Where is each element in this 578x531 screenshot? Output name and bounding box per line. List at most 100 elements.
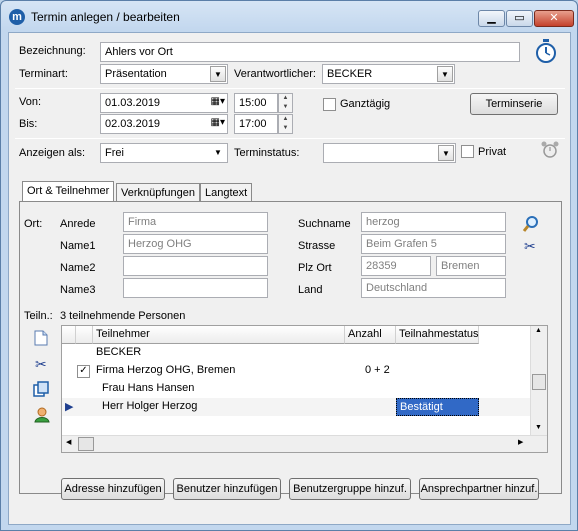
row-indicator-icon: ▶ (65, 401, 74, 413)
name1-input[interactable]: Herzog OHG (123, 234, 268, 254)
title-bar[interactable]: m Termin anlegen / bearbeiten ▁ ▭ ✕ (1, 1, 577, 31)
land-label: Land (298, 284, 323, 296)
grid-header-status[interactable]: Teilnahmestatus (396, 326, 479, 344)
new-document-icon[interactable] (34, 330, 48, 346)
teilnehmer-name: Firma Herzog OHG, Bremen (96, 364, 236, 376)
von-date-input[interactable]: 01.03.2019 ▦▾ (100, 93, 228, 113)
name1-label: Name1 (60, 240, 96, 252)
verantwortlicher-label: Verantwortlicher: (234, 68, 316, 80)
adresse-hinzufuegen-button[interactable]: Adresse hinzufügen (61, 478, 165, 500)
separator (15, 138, 565, 139)
app-icon[interactable]: m (9, 9, 25, 25)
dialog-client: Bezeichnung: Ahlers vor Ort Terminart: P… (8, 32, 571, 525)
name2-label: Name2 (60, 262, 96, 274)
ort-input[interactable]: Bremen (436, 256, 506, 276)
alarm-clock-icon[interactable] (540, 140, 560, 160)
maximize-button[interactable]: ▭ (506, 10, 533, 27)
strasse-input[interactable]: Beim Grafen 5 (361, 234, 506, 254)
teilnehmer-label: Teiln.: (24, 310, 53, 322)
ort-label: Ort: (24, 218, 43, 230)
scissors-icon[interactable]: ✂ (35, 356, 47, 373)
suchname-label: Suchname (298, 218, 351, 230)
von-time-input[interactable]: 15:00 (234, 93, 278, 113)
table-row[interactable]: ▶ Herr Holger Herzog Bestätigt (62, 398, 532, 416)
suchname-input[interactable]: herzog (361, 212, 506, 232)
terminstatus-label: Terminstatus: (234, 147, 300, 159)
plz-input[interactable]: 28359 (361, 256, 431, 276)
terminart-select[interactable]: Präsentation ▼ (100, 64, 228, 84)
grid-header-check (76, 326, 93, 344)
grid-header-teilnehmer[interactable]: Teilnehmer (93, 326, 345, 344)
privat-checkbox[interactable] (461, 145, 474, 158)
dialog-window: m Termin anlegen / bearbeiten ▁ ▭ ✕ Beze… (0, 0, 578, 531)
table-row[interactable]: ✓ Firma Herzog OHG, Bremen 0 + 2 (62, 362, 532, 380)
tab-verknuepfungen[interactable]: Verknüpfungen (116, 183, 201, 202)
verantwortlicher-value: BECKER (327, 68, 373, 80)
teilnehmer-count: 3 teilnehmende Personen (60, 310, 186, 322)
scroll-right-icon[interactable]: ▶ (518, 438, 523, 446)
chevron-down-icon[interactable]: ▼ (210, 66, 226, 82)
bezeichnung-input[interactable]: Ahlers vor Ort (100, 42, 520, 62)
scroll-thumb[interactable] (78, 437, 94, 451)
table-row[interactable]: BECKER (62, 344, 532, 362)
tab-ort-teilnehmer[interactable]: Ort & Teilnehmer (22, 181, 115, 203)
scroll-thumb[interactable] (532, 374, 546, 390)
close-button[interactable]: ✕ (534, 10, 574, 27)
grid-header-anzahl[interactable]: Anzahl (345, 326, 396, 344)
strasse-label: Strasse (298, 240, 336, 252)
name3-input[interactable] (123, 278, 268, 298)
ansprechpartner-hinzufuegen-button[interactable]: Ansprechpartner hinzuf. (419, 478, 539, 500)
horizontal-scrollbar[interactable]: ◀ ▶ (62, 435, 547, 452)
von-date-value: 01.03.2019 (105, 97, 161, 109)
teilnehmer-grid[interactable]: Teilnehmer Anzahl Teilnahmestatus BECKER… (61, 325, 548, 453)
bis-time-input[interactable]: 17:00 (234, 114, 278, 134)
teilnehmer-status[interactable]: Bestätigt (396, 398, 479, 416)
verantwortlicher-select[interactable]: BECKER ▼ (322, 64, 455, 84)
chevron-down-icon[interactable]: ▼ (210, 145, 226, 161)
tab-langtext[interactable]: Langtext (200, 183, 253, 202)
scissors-icon[interactable]: ✂ (524, 238, 536, 255)
stopwatch-icon[interactable] (534, 38, 558, 64)
anzeigen-value: Frei (105, 147, 124, 159)
vertical-scrollbar[interactable]: ▲ ▼ (530, 326, 547, 436)
row-checkbox[interactable]: ✓ (77, 365, 90, 378)
bis-date-value: 02.03.2019 (105, 118, 161, 130)
grid-header-indicator (62, 326, 76, 344)
land-input[interactable]: Deutschland (361, 278, 506, 298)
minimize-button[interactable]: ▁ (478, 10, 505, 27)
terminart-label: Terminart: (19, 68, 68, 80)
teilnehmer-name: Frau Hans Hansen (102, 382, 195, 394)
person-icon[interactable] (34, 407, 50, 423)
calendar-icon[interactable]: ▦▾ (211, 117, 225, 128)
table-row[interactable]: Frau Hans Hansen (62, 380, 532, 398)
ganztaegig-checkbox[interactable] (323, 98, 336, 111)
chevron-down-icon[interactable]: ▼ (438, 145, 454, 161)
calendar-icon[interactable]: ▦▾ (211, 96, 225, 107)
teilnehmer-name: Herr Holger Herzog (102, 400, 198, 412)
window-title: Termin anlegen / bearbeiten (31, 10, 180, 24)
anzeigen-select[interactable]: Frei ▼ (100, 143, 228, 163)
copy-icon[interactable] (33, 381, 49, 397)
terminserie-button[interactable]: Terminserie (470, 93, 558, 115)
separator (15, 88, 565, 89)
bis-date-input[interactable]: 02.03.2019 ▦▾ (100, 114, 228, 134)
anrede-input[interactable]: Firma (123, 212, 268, 232)
benutzergruppe-hinzufuegen-button[interactable]: Benutzergruppe hinzuf. (289, 478, 411, 500)
von-label: Von: (19, 96, 42, 108)
terminstatus-select[interactable]: ▼ (323, 143, 456, 163)
bezeichnung-label: Bezeichnung: (19, 45, 86, 57)
bis-time-spinner[interactable]: ▲ ▼ (278, 114, 293, 134)
name2-input[interactable] (123, 256, 268, 276)
benutzer-hinzufuegen-button[interactable]: Benutzer hinzufügen (173, 478, 281, 500)
name3-label: Name3 (60, 284, 96, 296)
scroll-left-icon[interactable]: ◀ (66, 438, 71, 446)
privat-label: Privat (478, 146, 507, 158)
von-time-spinner[interactable]: ▲ ▼ (278, 93, 293, 113)
scroll-down-icon[interactable]: ▼ (535, 424, 542, 431)
chevron-down-icon[interactable]: ▼ (437, 66, 453, 82)
scroll-up-icon[interactable]: ▲ (535, 327, 542, 334)
anzeigen-label: Anzeigen als: (19, 147, 86, 159)
teilnehmer-anzahl: 0 + 2 (365, 364, 390, 376)
search-icon[interactable] (522, 215, 540, 233)
teilnehmer-name: BECKER (96, 346, 142, 358)
